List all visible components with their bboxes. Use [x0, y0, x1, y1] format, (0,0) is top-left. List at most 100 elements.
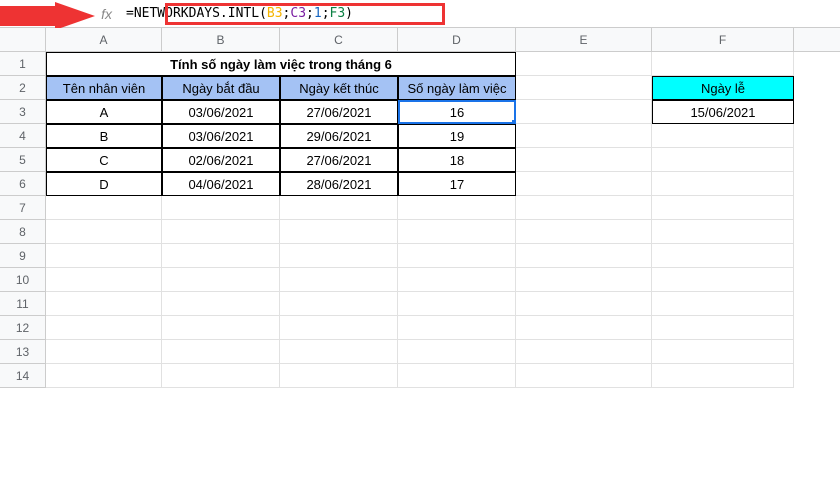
cell-A6[interactable]: D	[46, 172, 162, 196]
cell-B9[interactable]	[162, 244, 280, 268]
col-header-E[interactable]: E	[516, 28, 652, 51]
row-header-13[interactable]: 13	[0, 340, 46, 364]
select-all-corner[interactable]	[0, 28, 46, 51]
cell-D10[interactable]	[398, 268, 516, 292]
cell-F1[interactable]	[652, 52, 794, 76]
cell-B5[interactable]: 02/06/2021	[162, 148, 280, 172]
cell-F10[interactable]	[652, 268, 794, 292]
cell-D14[interactable]	[398, 364, 516, 388]
cell-B6[interactable]: 04/06/2021	[162, 172, 280, 196]
row-header-1[interactable]: 1	[0, 52, 46, 76]
table-title[interactable]: Tính số ngày làm việc trong tháng 6	[46, 52, 516, 76]
cell-A12[interactable]	[46, 316, 162, 340]
cell-C14[interactable]	[280, 364, 398, 388]
cell-B3[interactable]: 03/06/2021	[162, 100, 280, 124]
holiday-value[interactable]: 15/06/2021	[652, 100, 794, 124]
header-name[interactable]: Tên nhân viên	[46, 76, 162, 100]
cell-D5[interactable]: 18	[398, 148, 516, 172]
cell-A7[interactable]	[46, 196, 162, 220]
cell-E11[interactable]	[516, 292, 652, 316]
cell-F4[interactable]	[652, 124, 794, 148]
cell-D8[interactable]	[398, 220, 516, 244]
col-header-C[interactable]: C	[280, 28, 398, 51]
cell-B7[interactable]	[162, 196, 280, 220]
col-header-A[interactable]: A	[46, 28, 162, 51]
cell-B11[interactable]	[162, 292, 280, 316]
cell-C9[interactable]	[280, 244, 398, 268]
cell-D12[interactable]	[398, 316, 516, 340]
cell-B8[interactable]	[162, 220, 280, 244]
cell-F9[interactable]	[652, 244, 794, 268]
cell-E4[interactable]	[516, 124, 652, 148]
row-header-8[interactable]: 8	[0, 220, 46, 244]
row-header-11[interactable]: 11	[0, 292, 46, 316]
header-start[interactable]: Ngày bắt đầu	[162, 76, 280, 100]
cell-E5[interactable]	[516, 148, 652, 172]
cell-E12[interactable]	[516, 316, 652, 340]
header-end[interactable]: Ngày kết thúc	[280, 76, 398, 100]
cell-D4[interactable]: 19	[398, 124, 516, 148]
cell-E8[interactable]	[516, 220, 652, 244]
cell-A4[interactable]: B	[46, 124, 162, 148]
cell-F5[interactable]	[652, 148, 794, 172]
row-header-5[interactable]: 5	[0, 148, 46, 172]
col-header-D[interactable]: D	[398, 28, 516, 51]
cell-C5[interactable]: 27/06/2021	[280, 148, 398, 172]
spreadsheet-grid[interactable]: A B C D E F 1 Tính số ngày làm việc tron…	[0, 28, 840, 500]
cell-D9[interactable]	[398, 244, 516, 268]
cell-A11[interactable]	[46, 292, 162, 316]
cell-A3[interactable]: A	[46, 100, 162, 124]
cell-B10[interactable]	[162, 268, 280, 292]
row-header-6[interactable]: 6	[0, 172, 46, 196]
row-header-4[interactable]: 4	[0, 124, 46, 148]
cell-C7[interactable]	[280, 196, 398, 220]
cell-E14[interactable]	[516, 364, 652, 388]
cell-B13[interactable]	[162, 340, 280, 364]
cell-D6[interactable]: 17	[398, 172, 516, 196]
selection-handle[interactable]	[511, 119, 516, 124]
cell-D7[interactable]	[398, 196, 516, 220]
cell-A14[interactable]	[46, 364, 162, 388]
cell-F11[interactable]	[652, 292, 794, 316]
cell-C11[interactable]	[280, 292, 398, 316]
cell-E10[interactable]	[516, 268, 652, 292]
row-header-9[interactable]: 9	[0, 244, 46, 268]
cell-C8[interactable]	[280, 220, 398, 244]
cell-A10[interactable]	[46, 268, 162, 292]
cell-C10[interactable]	[280, 268, 398, 292]
col-header-B[interactable]: B	[162, 28, 280, 51]
header-days[interactable]: Số ngày làm việc	[398, 76, 516, 100]
row-header-12[interactable]: 12	[0, 316, 46, 340]
cell-A5[interactable]: C	[46, 148, 162, 172]
cell-C3[interactable]: 27/06/2021	[280, 100, 398, 124]
cell-E2[interactable]	[516, 76, 652, 100]
cell-A13[interactable]	[46, 340, 162, 364]
row-header-2[interactable]: 2	[0, 76, 46, 100]
cell-D3-selected[interactable]: 16	[398, 100, 516, 124]
cell-F12[interactable]	[652, 316, 794, 340]
row-header-3[interactable]: 3	[0, 100, 46, 124]
cell-E9[interactable]	[516, 244, 652, 268]
cell-F7[interactable]	[652, 196, 794, 220]
cell-E7[interactable]	[516, 196, 652, 220]
cell-C4[interactable]: 29/06/2021	[280, 124, 398, 148]
col-header-F[interactable]: F	[652, 28, 794, 51]
cell-A9[interactable]	[46, 244, 162, 268]
cell-F8[interactable]	[652, 220, 794, 244]
cell-E13[interactable]	[516, 340, 652, 364]
cell-E6[interactable]	[516, 172, 652, 196]
cell-E3[interactable]	[516, 100, 652, 124]
holiday-header[interactable]: Ngày lễ	[652, 76, 794, 100]
cell-C6[interactable]: 28/06/2021	[280, 172, 398, 196]
row-header-7[interactable]: 7	[0, 196, 46, 220]
cell-A8[interactable]	[46, 220, 162, 244]
formula-input[interactable]: =NETWORKDAYS.INTL(B3;C3;1;F3)	[120, 3, 840, 25]
cell-F14[interactable]	[652, 364, 794, 388]
row-header-10[interactable]: 10	[0, 268, 46, 292]
cell-B14[interactable]	[162, 364, 280, 388]
row-header-14[interactable]: 14	[0, 364, 46, 388]
cell-D11[interactable]	[398, 292, 516, 316]
cell-F13[interactable]	[652, 340, 794, 364]
cell-B12[interactable]	[162, 316, 280, 340]
cell-F6[interactable]	[652, 172, 794, 196]
